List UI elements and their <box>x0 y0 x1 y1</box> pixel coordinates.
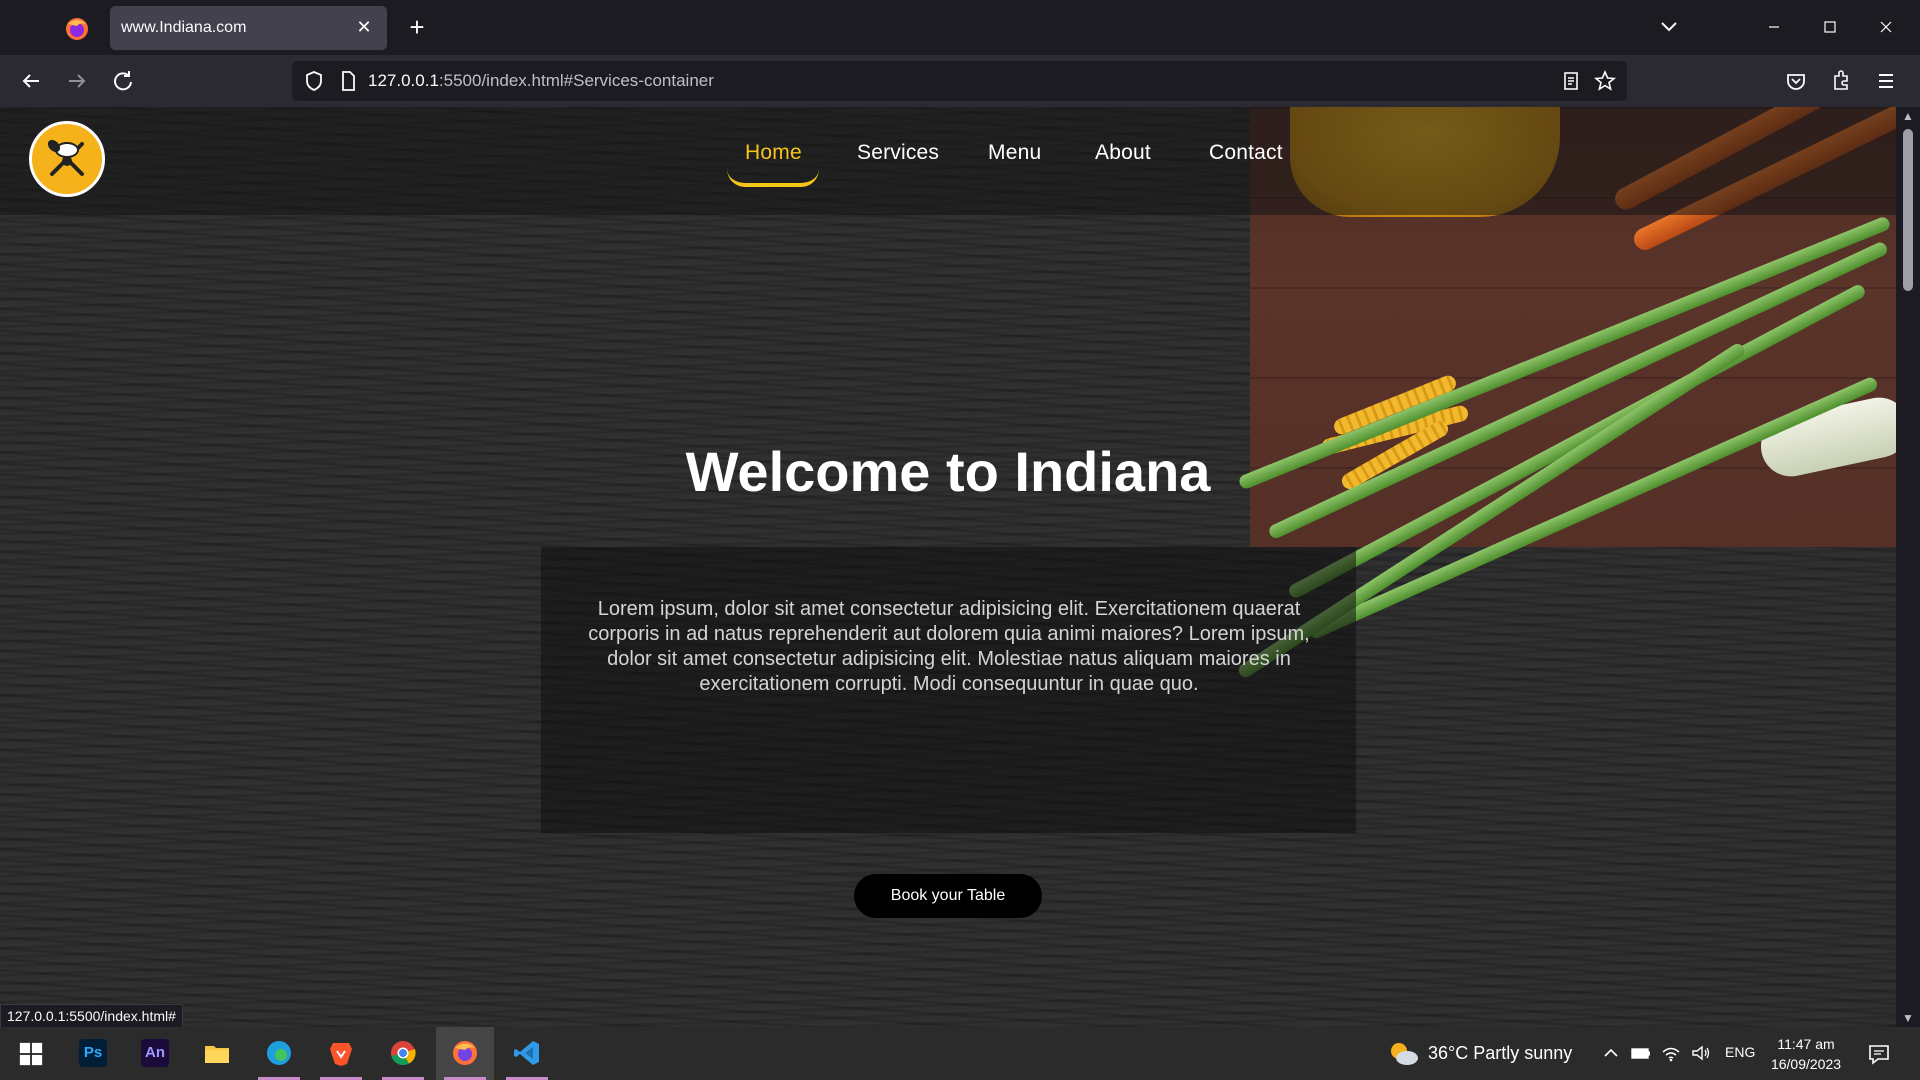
windows-start-icon <box>19 1042 43 1066</box>
vscode-icon <box>514 1041 539 1065</box>
scroll-up-icon[interactable]: ▲ <box>1900 109 1916 123</box>
new-tab-button[interactable]: + <box>400 10 434 44</box>
chef-utensils-icon <box>47 139 84 176</box>
back-arrow-icon[interactable] <box>14 64 48 98</box>
url-path: :5500/index.html#Services-container <box>438 71 714 90</box>
clock-date: 16/09/2023 <box>1770 1056 1842 1072</box>
system-clock[interactable]: 11:47 am 16/09/2023 <box>1766 1034 1846 1074</box>
clock-time: 11:47 am <box>1777 1036 1835 1052</box>
taskbar-animate[interactable]: An <box>126 1027 184 1080</box>
scroll-thumb[interactable] <box>1903 129 1913 291</box>
wifi-icon[interactable] <box>1660 1042 1682 1064</box>
language-indicator[interactable]: ENG <box>1725 1044 1755 1060</box>
scroll-down-icon[interactable]: ▼ <box>1900 1011 1916 1025</box>
nav-label-menu: Menu <box>988 141 1042 164</box>
reader-view-icon[interactable] <box>1557 67 1585 95</box>
browser-tab-bar: www.Indiana.com ✕ + <box>0 0 1920 55</box>
hero-paragraph: Lorem ipsum, dolor sit amet consectetur … <box>588 598 1310 695</box>
firefox-icon[interactable] <box>62 14 92 44</box>
url-text[interactable]: 127.0.0.1:5500/index.html#Services-conta… <box>368 71 714 91</box>
folder-icon <box>205 1046 229 1063</box>
maximize-icon[interactable] <box>1802 8 1858 46</box>
taskbar-brave[interactable] <box>312 1027 370 1080</box>
forward-arrow-icon[interactable] <box>60 64 94 98</box>
tab-active[interactable]: www.Indiana.com ✕ <box>110 6 387 50</box>
taskbar-edge[interactable] <box>250 1027 308 1080</box>
edge-icon <box>267 1041 291 1065</box>
reload-icon[interactable] <box>106 64 140 98</box>
tab-close-icon[interactable]: ✕ <box>351 14 377 40</box>
taskbar-chrome[interactable] <box>374 1027 432 1080</box>
nav-label-services: Services <box>857 141 940 164</box>
browser-toolbar: 127.0.0.1:5500/index.html#Services-conta… <box>0 55 1920 107</box>
restaurant-logo[interactable] <box>29 121 105 197</box>
bookmark-star-icon[interactable] <box>1591 67 1619 95</box>
close-window-icon[interactable] <box>1858 8 1914 46</box>
page-icon[interactable] <box>334 67 362 95</box>
shield-icon[interactable] <box>300 67 328 95</box>
hero-title: Welcome to Indiana <box>685 440 1211 503</box>
nav-label-contact: Contact <box>1209 141 1283 164</box>
brave-lion-icon <box>330 1043 352 1066</box>
site-header: Home Services Menu About Contact <box>0 107 1896 215</box>
pocket-icon[interactable] <box>1779 64 1813 98</box>
taskbar-photoshop[interactable]: Ps <box>64 1027 122 1080</box>
animate-icon: An <box>141 1039 169 1067</box>
partly-sunny-icon <box>1391 1043 1418 1065</box>
tab-title: www.Indiana.com <box>121 19 247 36</box>
chrome-icon <box>391 1041 416 1066</box>
chevron-down-icon[interactable] <box>1652 12 1686 42</box>
volume-icon[interactable] <box>1690 1042 1712 1064</box>
status-link-preview: 127.0.0.1:5500/index.html# <box>0 1004 183 1028</box>
url-host: 127.0.0.1 <box>368 71 439 90</box>
taskbar-vscode[interactable] <box>498 1027 556 1080</box>
taskbar-file-explorer[interactable] <box>188 1027 246 1080</box>
windows-taskbar: Ps An 36°C Partly sunny ENG 11:47 am 16/… <box>0 1027 1920 1080</box>
start-button[interactable] <box>2 1027 60 1080</box>
taskbar-firefox[interactable] <box>436 1027 494 1080</box>
book-table-button[interactable]: Book your Table <box>854 874 1042 918</box>
page-viewport: Home Services Menu About Contact Welcome… <box>0 107 1896 1027</box>
photoshop-icon: Ps <box>79 1039 107 1067</box>
hamburger-menu-icon[interactable] <box>1869 64 1903 98</box>
notification-icon[interactable] <box>1866 1041 1892 1067</box>
nav-label-home: Home <box>745 141 802 164</box>
firefox-icon <box>453 1041 477 1065</box>
chevron-up-icon[interactable] <box>1600 1042 1622 1064</box>
battery-icon[interactable] <box>1630 1042 1652 1064</box>
extensions-icon[interactable] <box>1824 64 1858 98</box>
minimize-icon[interactable] <box>1746 8 1802 46</box>
url-bar[interactable]: 127.0.0.1:5500/index.html#Services-conta… <box>292 61 1627 101</box>
page-scrollbar[interactable]: ▲ ▼ <box>1896 107 1920 1027</box>
nav-label-about: About <box>1095 141 1151 164</box>
weather-text: 36°C Partly sunny <box>1428 1043 1573 1063</box>
active-nav-underline <box>727 169 819 187</box>
